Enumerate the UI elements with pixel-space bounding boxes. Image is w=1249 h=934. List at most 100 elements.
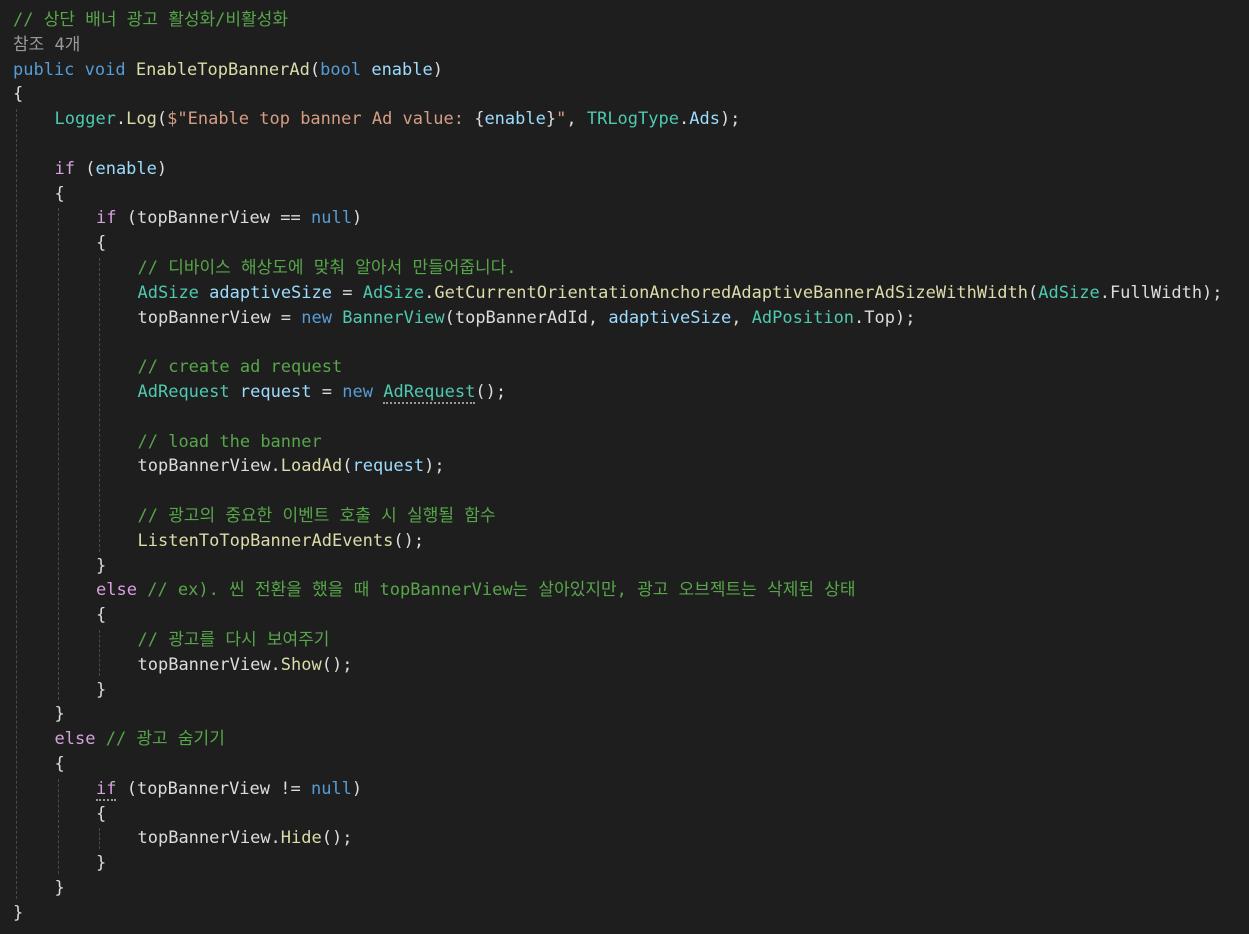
code-token: " (556, 109, 567, 130)
code-line[interactable]: 참조 4개 (13, 33, 80, 58)
code-token: void (84, 59, 126, 80)
indent-guide (99, 630, 100, 676)
code-token: TRLogType (586, 109, 679, 130)
code-line[interactable]: if (enable) (55, 157, 168, 182)
code-line[interactable]: // 광고를 다시 보여주기 (138, 628, 330, 653)
code-line[interactable]: } (96, 678, 106, 703)
code-token: topBannerView. (137, 654, 281, 675)
code-token: adaptiveSize (209, 282, 332, 303)
indent-guide (57, 778, 59, 874)
code-line[interactable]: } (55, 702, 65, 727)
code-token: $"Enable top banner Ad value: (167, 109, 475, 130)
code-token: if (54, 158, 75, 179)
code-line[interactable]: else // 광고 숨기기 (55, 727, 225, 752)
code-token: (topBannerAdId, (444, 307, 609, 328)
code-line[interactable]: } (96, 554, 106, 579)
code-line[interactable]: // 광고의 중요한 이벤트 호출 시 실행될 함수 (138, 504, 496, 529)
code-line[interactable]: } (13, 901, 23, 926)
code-line[interactable]: // create ad request (138, 355, 343, 380)
code-token: { (474, 109, 485, 130)
code-token: // 광고의 중요한 이벤트 호출 시 실행될 함수 (137, 506, 496, 526)
code-token: 참조 4개 (13, 34, 81, 55)
code-token: { (54, 754, 65, 774)
code-line[interactable]: Logger.Log($"Enable top banner Ad value:… (55, 107, 741, 132)
code-line[interactable]: AdRequest request = new AdRequest(); (137, 380, 506, 405)
code-token: // 디바이스 해상도에 맞춰 알아서 만들어줍니다. (137, 258, 517, 278)
code-token: // 광고 숨기기 (105, 729, 225, 750)
code-token: , (566, 109, 587, 130)
code-token: AdRequest (383, 382, 476, 404)
code-token: .Top); (854, 307, 916, 328)
code-token: { (13, 84, 24, 105)
code-line[interactable]: { (55, 752, 65, 777)
code-line[interactable]: // 상단 배너 광고 활성화/비활성화 (13, 8, 288, 33)
code-token: ) (156, 158, 168, 179)
code-token: // load the banner (137, 431, 322, 452)
code-token: Show (280, 654, 322, 675)
code-token: topBannerView. (137, 828, 281, 849)
code-token: topBannerView (136, 208, 271, 229)
code-token: AdPosition (751, 307, 855, 328)
code-line[interactable]: topBannerView = new BannerView(topBanner… (138, 306, 916, 331)
code-token: else (96, 580, 137, 601)
code-line[interactable]: { (55, 182, 65, 207)
code-line[interactable]: { (96, 802, 106, 827)
code-token: Hide (280, 828, 322, 849)
code-token: enable (95, 158, 157, 179)
code-token: LoadAd (280, 456, 343, 477)
code-token: { (96, 605, 107, 626)
code-token: } (96, 679, 107, 700)
code-token: } (54, 704, 65, 725)
code-line[interactable]: public void EnableTopBannerAd(bool enabl… (13, 58, 443, 83)
code-token: request (239, 382, 312, 402)
code-token: AdSize (137, 282, 199, 303)
code-token: } (96, 853, 107, 874)
code-line[interactable]: } (96, 851, 106, 876)
code-token: AdRequest (137, 382, 230, 402)
code-line[interactable]: topBannerView.Show(); (138, 653, 353, 678)
code-token: (); (393, 530, 425, 551)
code-token: ( (309, 59, 321, 80)
code-token: ( (1028, 282, 1039, 303)
code-line[interactable]: else // ex). 씬 전환을 했을 때 topBannerView는 살… (96, 578, 855, 603)
code-line[interactable]: ListenToTopBannerAdEvents(); (138, 529, 425, 554)
code-token: // create ad request (137, 357, 343, 378)
code-line[interactable]: { (96, 231, 106, 256)
code-token: (topBannerView != (116, 778, 311, 799)
code-line[interactable]: topBannerView.LoadAd(request); (138, 454, 445, 479)
code-token: BannerView (342, 307, 445, 328)
code-token: . (424, 282, 435, 303)
code-editor[interactable]: // 상단 배너 광고 활성화/비활성화참조 4개 public void Ena… (0, 0, 1249, 934)
code-token: { (54, 183, 65, 204)
code-token: ); (424, 456, 445, 477)
code-token: FullWidth); (1109, 282, 1223, 303)
code-token: ) (432, 59, 443, 80)
code-token: new (301, 307, 332, 328)
code-line[interactable]: topBannerView.Hide(); (138, 826, 353, 851)
code-token: = (311, 382, 343, 402)
code-line[interactable]: { (96, 603, 106, 628)
code-token: Ads (689, 109, 720, 130)
code-token: EnableTopBannerAd (135, 59, 310, 80)
code-token: AdSize (362, 282, 425, 303)
code-token: // 광고를 다시 보여주기 (137, 630, 330, 650)
code-line[interactable]: AdSize adaptiveSize = AdSize.GetCurrentO… (138, 281, 1223, 306)
code-token: . (115, 109, 127, 130)
code-line[interactable]: { (13, 82, 23, 107)
indent-guide (57, 208, 59, 701)
code-token: (); (321, 654, 353, 675)
code-line[interactable]: // load the banner (138, 430, 322, 455)
code-line[interactable]: // 디바이스 해상도에 맞춰 알아서 만들어줍니다. (138, 256, 517, 281)
code-line[interactable]: } (55, 876, 65, 901)
code-token: // 상단 배너 광고 활성화/비활성화 (13, 10, 288, 30)
code-line[interactable]: if (topBannerView != null) (96, 777, 362, 802)
code-token: , (731, 307, 752, 328)
code-line[interactable]: if (topBannerView == null) (96, 206, 362, 231)
